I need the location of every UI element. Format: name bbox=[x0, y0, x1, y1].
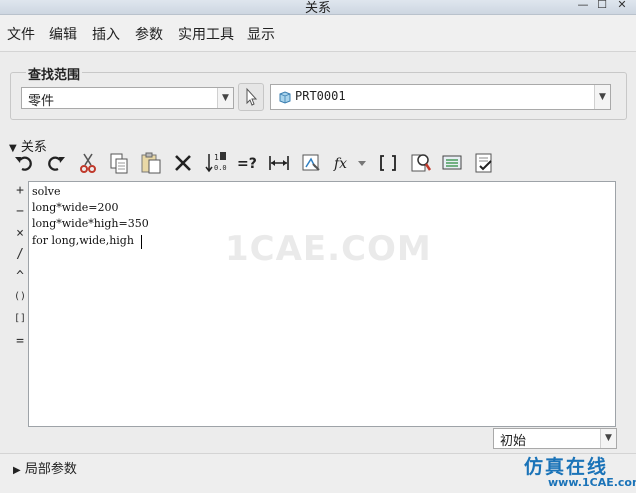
collapsed-triangle-icon: ▶ bbox=[13, 465, 21, 476]
chevron-down-icon: ▼ bbox=[217, 88, 233, 108]
maximize-button[interactable]: ☐ bbox=[593, 0, 611, 12]
insert-dimension-icon[interactable] bbox=[267, 150, 291, 176]
cursor-arrow-icon bbox=[246, 87, 258, 106]
operator-equals-button[interactable]: = bbox=[12, 334, 28, 349]
chevron-down-icon: ▼ bbox=[600, 429, 616, 448]
properties-icon[interactable] bbox=[472, 150, 496, 176]
cut-icon[interactable] bbox=[76, 150, 100, 176]
sort-relations-icon[interactable]: 1 0.0 bbox=[203, 150, 227, 176]
local-parameters-toggle[interactable]: ▶ 局部参数 bbox=[13, 458, 77, 477]
operator-parentheses-button[interactable]: () bbox=[12, 291, 28, 302]
state-value: 初始 bbox=[500, 434, 527, 449]
scope-type-select[interactable]: 零件 ▼ bbox=[21, 87, 234, 109]
menu-display[interactable]: 显示 bbox=[247, 24, 275, 44]
brand-name: 仿真在线 bbox=[524, 456, 609, 478]
svg-text:1: 1 bbox=[214, 153, 219, 162]
scope-object-value: PRT0001 bbox=[295, 89, 346, 103]
select-object-button[interactable] bbox=[238, 83, 264, 111]
relations-editor[interactable]: 1CAE.COM solve long*wide=200 long*wide*h… bbox=[28, 181, 616, 427]
menu-file[interactable]: 文件 bbox=[7, 24, 35, 44]
window-title: 关系 bbox=[304, 1, 331, 16]
close-button[interactable]: ✕ bbox=[613, 0, 631, 12]
operator-power-button[interactable]: ^ bbox=[12, 269, 28, 284]
operator-divide-button[interactable]: / bbox=[12, 247, 28, 262]
find-scope-label: 查找范围 bbox=[26, 64, 83, 83]
verify-icon[interactable] bbox=[408, 150, 432, 176]
local-parameters-label: 局部参数 bbox=[24, 462, 77, 477]
scope-type-value: 零件 bbox=[28, 94, 55, 109]
relation-line: for long,wide,high bbox=[32, 234, 134, 247]
relations-toolbar: 1 0.0 =? fx bbox=[10, 150, 510, 178]
relation-line: long*wide*high=350 bbox=[32, 217, 149, 230]
undo-icon[interactable] bbox=[12, 150, 36, 176]
svg-text:fx: fx bbox=[333, 156, 347, 172]
operator-minus-button[interactable]: − bbox=[12, 204, 28, 219]
menu-parameters[interactable]: 参数 bbox=[135, 24, 163, 44]
menu-bar: 文件 编辑 插入 参数 实用工具 显示 bbox=[0, 15, 636, 52]
copy-icon[interactable] bbox=[107, 150, 131, 176]
state-select[interactable]: 初始 ▼ bbox=[493, 428, 617, 449]
minimize-button[interactable]: — bbox=[574, 0, 592, 12]
menu-edit[interactable]: 编辑 bbox=[49, 24, 77, 44]
menu-insert[interactable]: 插入 bbox=[92, 24, 120, 44]
evaluate-icon[interactable]: =? bbox=[235, 150, 259, 176]
svg-text:=?: =? bbox=[237, 156, 257, 172]
insert-parameter-icon[interactable] bbox=[299, 150, 323, 176]
operator-plus-button[interactable]: + bbox=[12, 183, 28, 198]
relation-line: long*wide=200 bbox=[32, 201, 119, 214]
menu-utilities[interactable]: 实用工具 bbox=[178, 24, 234, 44]
watermark: 1CAE.COM bbox=[225, 229, 432, 269]
operator-multiply-button[interactable]: × bbox=[12, 226, 28, 241]
scope-object-select[interactable]: PRT0001 ▼ bbox=[270, 84, 611, 110]
svg-text:0.0: 0.0 bbox=[214, 164, 227, 172]
function-icon[interactable]: fx bbox=[331, 150, 355, 176]
display-values-icon[interactable] bbox=[440, 150, 464, 176]
brackets-icon[interactable] bbox=[376, 150, 400, 176]
relation-line: solve bbox=[32, 185, 61, 198]
chevron-down-icon: ▼ bbox=[594, 85, 610, 109]
paste-icon[interactable] bbox=[139, 150, 163, 176]
delete-icon[interactable] bbox=[171, 150, 195, 176]
text-caret bbox=[141, 235, 142, 249]
brand-logo: 仿真在线 www.1CAE.com bbox=[520, 452, 636, 492]
brand-url: www.1CAE.com bbox=[548, 476, 636, 489]
operator-brackets-button[interactable]: [] bbox=[12, 313, 28, 324]
redo-icon[interactable] bbox=[44, 150, 68, 176]
function-dropdown-icon[interactable] bbox=[355, 150, 369, 176]
title-bar: 关系 — ☐ ✕ bbox=[0, 0, 636, 16]
part-icon bbox=[279, 91, 291, 104]
